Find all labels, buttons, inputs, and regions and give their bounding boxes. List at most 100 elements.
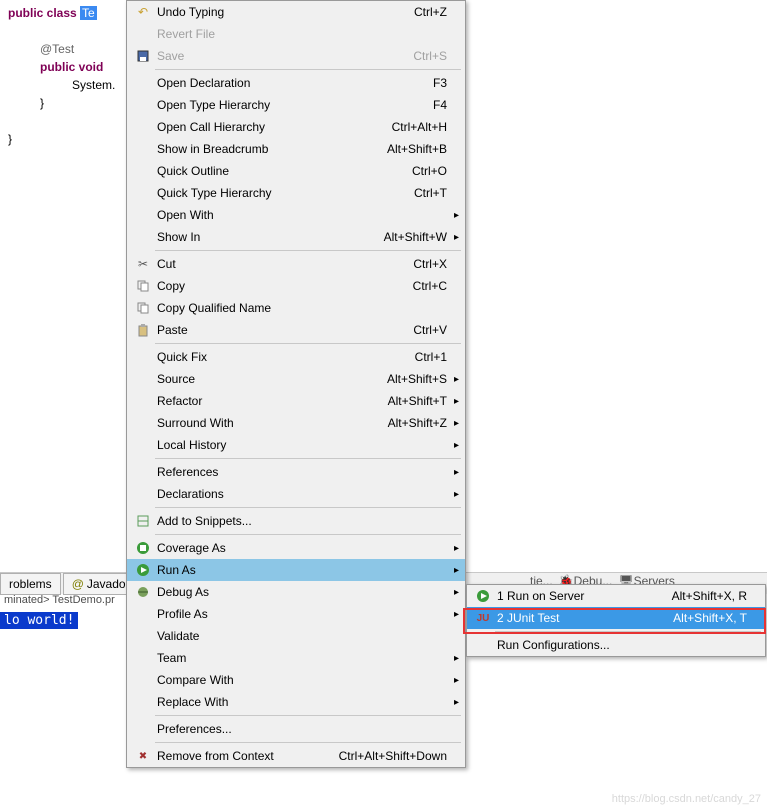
menu-label: Remove from Context — [155, 749, 339, 763]
shortcut: F3 — [433, 76, 447, 90]
menu-label: Preferences... — [155, 722, 447, 736]
submenu-arrow-icon: ▸ — [454, 609, 459, 620]
menu-label: Open Call Hierarchy — [155, 120, 392, 134]
menu-separator — [155, 250, 461, 251]
menu-item-cut[interactable]: ✂CutCtrl+X — [127, 253, 465, 275]
menu-item-quick-type-hierarchy[interactable]: Quick Type HierarchyCtrl+T — [127, 182, 465, 204]
menu-item-run-as[interactable]: Run As▸ — [127, 559, 465, 581]
menu-item-run-configurations[interactable]: Run Configurations... — [467, 634, 765, 656]
menu-item-validate[interactable]: Validate — [127, 625, 465, 647]
selected-text: Te — [80, 6, 97, 20]
menu-item-quick-outline[interactable]: Quick OutlineCtrl+O — [127, 160, 465, 182]
shortcut: Ctrl+1 — [415, 350, 447, 364]
menu-label: Declarations — [155, 487, 447, 501]
menu-item-debug-as[interactable]: Debug As▸ — [127, 581, 465, 603]
menu-label: Compare With — [155, 673, 447, 687]
keyword: public class — [8, 6, 80, 20]
run-as-submenu: 1 Run on ServerAlt+Shift+X, RJU2 JUnit T… — [466, 584, 766, 657]
menu-item-references[interactable]: References▸ — [127, 461, 465, 483]
shortcut: Alt+Shift+X, T — [673, 611, 747, 625]
server-icon — [471, 589, 495, 603]
menu-item-undo-typing[interactable]: ↶Undo TypingCtrl+Z — [127, 1, 465, 23]
submenu-arrow-icon: ▸ — [454, 587, 459, 598]
tab-problems[interactable]: roblems — [0, 573, 61, 595]
menu-item-add-to-snippets[interactable]: Add to Snippets... — [127, 510, 465, 532]
console-status: minated> TestDemo.pr — [0, 594, 115, 612]
menu-item-save[interactable]: SaveCtrl+S — [127, 45, 465, 67]
menu-item-copy[interactable]: CopyCtrl+C — [127, 275, 465, 297]
submenu-arrow-icon: ▸ — [454, 210, 459, 221]
menu-item-2-junit-test[interactable]: JU2 JUnit TestAlt+Shift+X, T — [467, 607, 765, 629]
code-text: System. — [72, 78, 115, 92]
menu-label: Open Declaration — [155, 76, 433, 90]
menu-item-coverage-as[interactable]: Coverage As▸ — [127, 537, 465, 559]
menu-label: Copy Qualified Name — [155, 301, 447, 315]
menu-item-declarations[interactable]: Declarations ▸ — [127, 483, 465, 505]
menu-separator — [155, 458, 461, 459]
menu-item-paste[interactable]: PasteCtrl+V — [127, 319, 465, 341]
save-icon — [131, 50, 155, 62]
menu-item-remove-from-context[interactable]: ✖Remove from ContextCtrl+Alt+Shift+Down — [127, 745, 465, 767]
menu-item-team[interactable]: Team▸ — [127, 647, 465, 669]
menu-label: Quick Fix — [155, 350, 415, 364]
submenu-arrow-icon: ▸ — [454, 232, 459, 243]
copyq-icon — [131, 302, 155, 314]
menu-item-1-run-on-server[interactable]: 1 Run on ServerAlt+Shift+X, R — [467, 585, 765, 607]
brace: } — [40, 96, 44, 110]
menu-item-open-type-hierarchy[interactable]: Open Type HierarchyF4 — [127, 94, 465, 116]
menu-label: Profile As — [155, 607, 447, 621]
shortcut: Ctrl+T — [414, 186, 447, 200]
shortcut: Alt+Shift+S — [387, 372, 447, 386]
shortcut: Ctrl+C — [413, 279, 447, 293]
debug-icon — [131, 585, 155, 599]
menu-item-refactor[interactable]: RefactorAlt+Shift+T ▸ — [127, 390, 465, 412]
menu-label: Save — [155, 49, 413, 63]
menu-item-source[interactable]: SourceAlt+Shift+S▸ — [127, 368, 465, 390]
menu-label: Revert File — [155, 27, 447, 41]
menu-item-show-in[interactable]: Show InAlt+Shift+W▸ — [127, 226, 465, 248]
shortcut: Alt+Shift+Z — [388, 416, 447, 430]
shortcut: F4 — [433, 98, 447, 112]
paste-icon — [131, 324, 155, 337]
menu-label: Replace With — [155, 695, 447, 709]
menu-item-preferences[interactable]: Preferences... — [127, 718, 465, 740]
menu-item-surround-with[interactable]: Surround WithAlt+Shift+Z▸ — [127, 412, 465, 434]
submenu-arrow-icon: ▸ — [454, 396, 459, 407]
submenu-arrow-icon: ▸ — [454, 489, 459, 500]
shortcut: Ctrl+Alt+H — [392, 120, 447, 134]
menu-label: Validate — [155, 629, 447, 643]
menu-label: Quick Outline — [155, 164, 412, 178]
menu-item-open-declaration[interactable]: Open DeclarationF3 — [127, 72, 465, 94]
menu-label: Cut — [155, 257, 413, 271]
menu-item-copy-qualified-name[interactable]: Copy Qualified Name — [127, 297, 465, 319]
menu-label: Quick Type Hierarchy — [155, 186, 414, 200]
menu-item-show-in-breadcrumb[interactable]: Show in BreadcrumbAlt+Shift+B — [127, 138, 465, 160]
shortcut: Alt+Shift+B — [387, 142, 447, 156]
junit-icon: JU — [471, 613, 495, 624]
brace: } — [8, 132, 12, 146]
menu-item-compare-with[interactable]: Compare With▸ — [127, 669, 465, 691]
menu-label: Show in Breadcrumb — [155, 142, 387, 156]
menu-label: Refactor — [155, 394, 388, 408]
copy-icon — [131, 280, 155, 292]
menu-label: Open With — [155, 208, 447, 222]
menu-item-quick-fix[interactable]: Quick FixCtrl+1 — [127, 346, 465, 368]
shortcut: Ctrl+S — [413, 49, 447, 63]
menu-item-open-with[interactable]: Open With ▸ — [127, 204, 465, 226]
console-output: lo world! — [0, 612, 78, 629]
menu-item-local-history[interactable]: Local History▸ — [127, 434, 465, 456]
menu-separator — [155, 534, 461, 535]
menu-item-replace-with[interactable]: Replace With▸ — [127, 691, 465, 713]
shortcut: Alt+Shift+T — [388, 394, 447, 408]
menu-label: Run As — [155, 563, 447, 577]
run-icon — [131, 563, 155, 577]
menu-item-open-call-hierarchy[interactable]: Open Call HierarchyCtrl+Alt+H — [127, 116, 465, 138]
menu-item-revert-file[interactable]: Revert File — [127, 23, 465, 45]
menu-label: Add to Snippets... — [155, 514, 447, 528]
menu-label: Team — [155, 651, 447, 665]
menu-label: 2 JUnit Test — [495, 611, 673, 625]
shortcut: Ctrl+Z — [414, 5, 447, 19]
menu-item-profile-as[interactable]: Profile As ▸ — [127, 603, 465, 625]
menu-label: Show In — [155, 230, 384, 244]
submenu-arrow-icon: ▸ — [454, 543, 459, 554]
